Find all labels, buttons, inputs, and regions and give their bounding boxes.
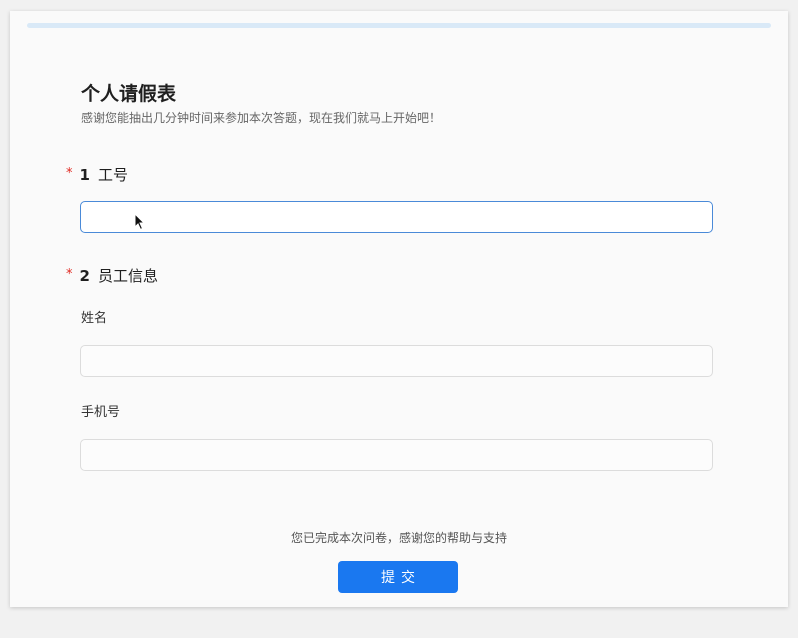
question-number: 1 <box>79 166 90 184</box>
mouse-pointer-icon <box>134 213 146 231</box>
name-input[interactable] <box>80 345 713 377</box>
completion-message: 您已完成本次问卷，感谢您的帮助与支持 <box>290 531 507 545</box>
phone-input[interactable] <box>80 439 713 471</box>
required-mark: * <box>66 267 73 282</box>
question-number: 2 <box>79 267 90 285</box>
form-title: 个人请假表 <box>81 83 177 105</box>
question-label: 工号 <box>97 166 128 184</box>
employee-id-input[interactable] <box>80 201 713 233</box>
phone-field-label: 手机号 <box>81 405 121 420</box>
survey-card: 个人请假表 感谢您能抽出几分钟时间来参加本次答题，现在我们就马上开始吧！ * 1 工… <box>10 11 788 607</box>
progress-bar <box>27 23 771 28</box>
submit-button[interactable]: 提交 <box>338 561 458 593</box>
question-1-title: * 1 工号 <box>66 164 128 188</box>
required-mark: * <box>66 166 73 181</box>
form-subtitle: 感谢您能抽出几分钟时间来参加本次答题，现在我们就马上开始吧！ <box>81 111 442 125</box>
name-field-label: 姓名 <box>81 311 108 326</box>
question-label: 员工信息 <box>97 267 158 285</box>
question-2-title: * 2 员工信息 <box>66 265 158 289</box>
